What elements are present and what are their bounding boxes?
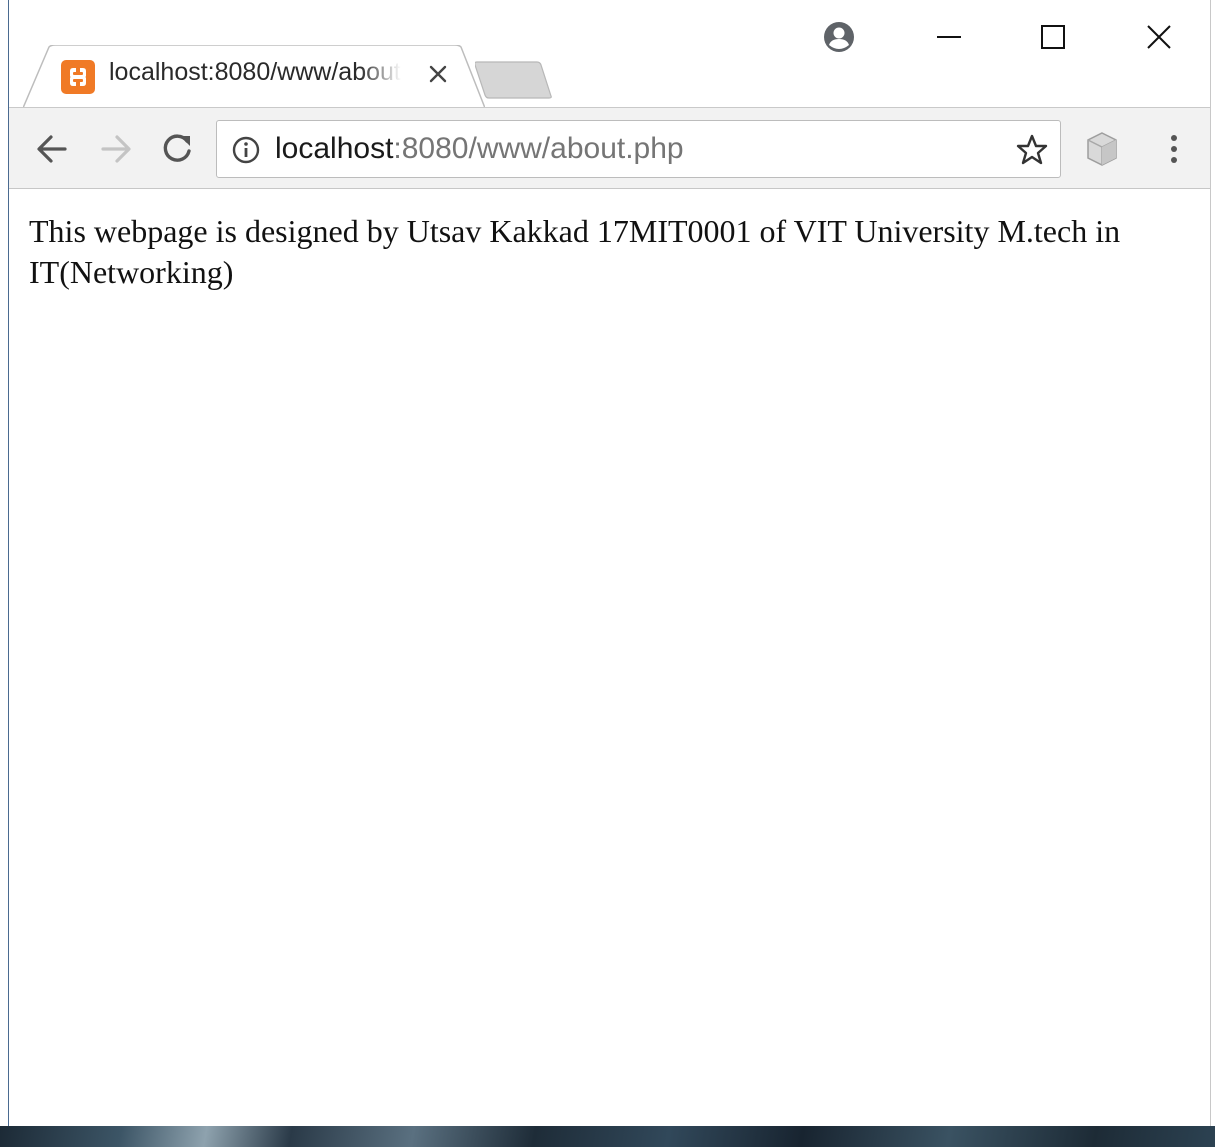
account-circle-icon xyxy=(824,22,854,52)
extension-button[interactable] xyxy=(1079,126,1125,172)
arrow-right-icon xyxy=(101,135,131,163)
xampp-icon xyxy=(61,60,95,94)
extension-cube-icon xyxy=(1087,132,1117,166)
tab-title: localhost:8080/www/about.php xyxy=(109,58,401,86)
tab-active[interactable]: localhost:8080/www/about.php xyxy=(23,45,485,108)
address-bar[interactable]: localhost:8080/www/about.php xyxy=(216,120,1061,178)
url-host: localhost xyxy=(275,132,394,165)
page-content: This webpage is designed by Utsav Kakkad… xyxy=(9,189,1210,293)
page-text: This webpage is designed by Utsav Kakkad… xyxy=(29,213,1121,290)
title-bar: localhost:8080/www/about.php xyxy=(9,0,1210,108)
reload-icon xyxy=(163,134,191,162)
vertical-dots-icon xyxy=(1171,135,1177,163)
info-circle-icon[interactable] xyxy=(231,135,261,165)
back-button[interactable] xyxy=(29,126,75,172)
maximize-button[interactable] xyxy=(1027,14,1079,60)
window-close-button[interactable] xyxy=(1133,14,1185,60)
browser-toolbar: localhost:8080/www/about.php xyxy=(9,107,1210,189)
reload-button[interactable] xyxy=(154,126,200,172)
maximize-icon xyxy=(1041,25,1065,49)
tab-close-button[interactable] xyxy=(423,59,453,89)
profile-button[interactable] xyxy=(813,14,865,60)
close-icon xyxy=(1147,25,1171,49)
browser-window: localhost:8080/www/about.php xyxy=(8,0,1211,1126)
menu-button[interactable] xyxy=(1151,126,1197,172)
desktop-background xyxy=(0,1126,1215,1147)
address-url[interactable]: localhost:8080/www/about.php xyxy=(275,132,684,166)
star-outline-icon xyxy=(1016,134,1048,165)
minimize-button[interactable] xyxy=(923,14,975,60)
arrow-left-icon xyxy=(37,135,67,163)
close-icon xyxy=(429,65,447,83)
minimize-icon xyxy=(937,36,961,38)
new-tab-button[interactable] xyxy=(474,60,555,100)
forward-button[interactable] xyxy=(93,126,139,172)
new-tab-shape-icon xyxy=(474,61,552,99)
bookmark-button[interactable] xyxy=(1014,132,1050,168)
url-path: :8080/www/about.php xyxy=(393,132,684,165)
